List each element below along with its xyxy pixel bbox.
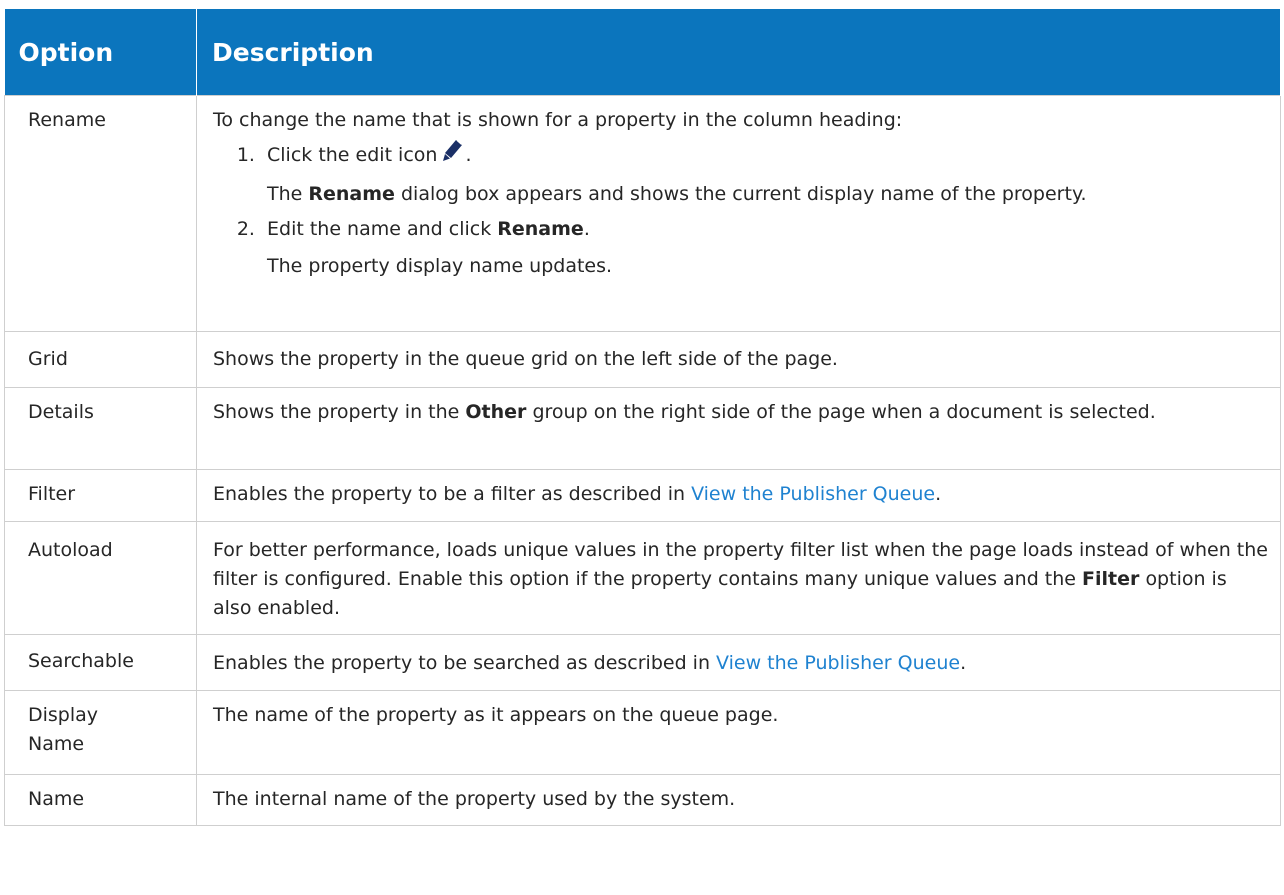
option-cell: Filter — [4, 469, 197, 522]
publisher-queue-link[interactable]: View the Publisher Queue — [716, 652, 960, 674]
searchable-desc-suffix: . — [960, 652, 967, 674]
step1-note-bold: Rename — [308, 183, 395, 205]
table-header-row: Option Description — [4, 9, 1281, 96]
rename-step-1: Click the edit icon. The Rename dialog b… — [261, 139, 1268, 209]
step1-note-prefix: The — [267, 183, 303, 205]
filter-desc-prefix: Enables the property to be a filter as d… — [213, 483, 686, 505]
table-row-grid: Grid Shows the property in the queue gri… — [4, 331, 1281, 388]
description-cell: The name of the property as it appears o… — [196, 690, 1281, 775]
details-desc-suffix: group on the right side of the page when… — [532, 401, 1156, 423]
option-cell: Display Name — [4, 690, 197, 775]
option-cell: Name — [4, 774, 197, 826]
rename-step-2: Edit the name and click Rename. The prop… — [261, 215, 1268, 281]
header-description: Description — [196, 9, 1281, 96]
table-row-searchable: Searchable Enables the property to be se… — [4, 634, 1281, 691]
details-desc-prefix: Shows the property in the — [213, 401, 460, 423]
edit-pencil-icon — [443, 139, 463, 172]
table-row-autoload: Autoload For better performance, loads u… — [4, 521, 1281, 635]
details-desc-bold: Other — [465, 401, 527, 423]
description-cell: Enables the property to be searched as d… — [196, 634, 1281, 691]
description-cell: To change the name that is shown for a p… — [196, 95, 1281, 332]
table-row-display-name: Display Name The name of the property as… — [4, 690, 1281, 775]
options-table-container: Option Description Rename To change the … — [4, 9, 1281, 826]
option-cell: Grid — [4, 331, 197, 388]
rename-intro: To change the name that is shown for a p… — [213, 109, 903, 131]
searchable-desc-prefix: Enables the property to be searched as d… — [213, 652, 710, 674]
description-cell: Shows the property in the Other group on… — [196, 387, 1281, 470]
option-cell: Autoload — [4, 521, 197, 635]
step1-text: Click the edit icon — [267, 144, 438, 166]
step2-text: Edit the name and click — [267, 218, 492, 240]
description-cell: For better performance, loads unique val… — [196, 521, 1281, 635]
step2-bold: Rename — [497, 218, 584, 240]
table-row-name: Name The internal name of the property u… — [4, 774, 1281, 826]
option-cell: Searchable — [4, 634, 197, 691]
option-cell: Details — [4, 387, 197, 470]
step1-note: The Rename dialog box appears and shows … — [267, 180, 1268, 209]
options-table: Option Description Rename To change the … — [4, 9, 1281, 826]
publisher-queue-link[interactable]: View the Publisher Queue — [691, 483, 935, 505]
option-cell: Rename — [4, 95, 197, 332]
header-option: Option — [4, 9, 197, 96]
rename-steps: Click the edit icon. The Rename dialog b… — [213, 139, 1268, 281]
description-cell: Shows the property in the queue grid on … — [196, 331, 1281, 388]
step2-note: The property display name updates. — [267, 255, 613, 277]
table-row-rename: Rename To change the name that is shown … — [4, 95, 1281, 332]
table-row-details: Details Shows the property in the Other … — [4, 387, 1281, 470]
step2-suffix: . — [583, 218, 590, 240]
autoload-desc-bold: Filter — [1082, 568, 1140, 590]
description-cell: Enables the property to be a filter as d… — [196, 469, 1281, 522]
filter-desc-suffix: . — [935, 483, 942, 505]
step1-note-suffix: dialog box appears and shows the current… — [401, 183, 1087, 205]
step1-suffix: . — [465, 144, 472, 166]
description-cell: The internal name of the property used b… — [196, 774, 1281, 826]
table-row-filter: Filter Enables the property to be a filt… — [4, 469, 1281, 522]
